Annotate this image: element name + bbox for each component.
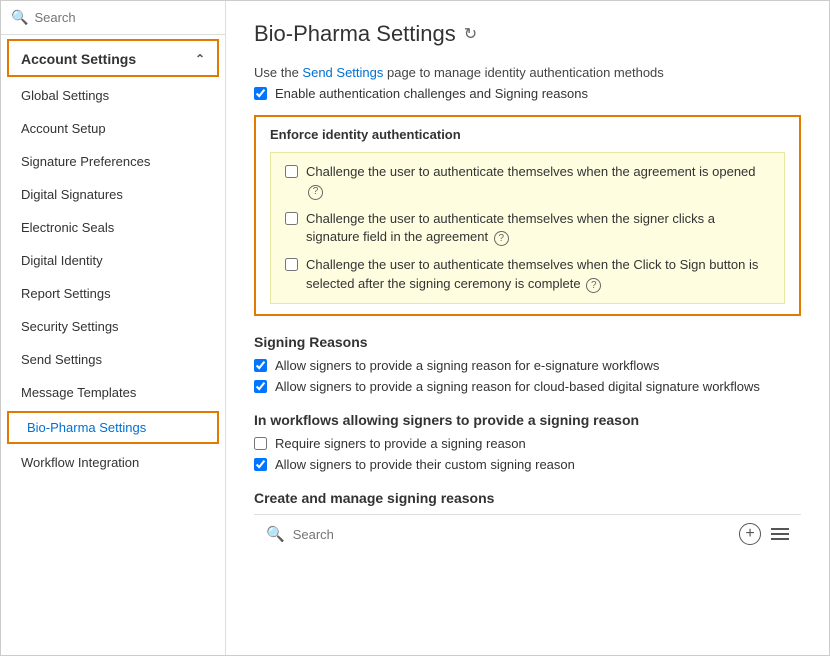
signing-reason-esig-row: Allow signers to provide a signing reaso… xyxy=(254,358,801,373)
sidebar-item-digital-signatures[interactable]: Digital Signatures xyxy=(1,178,225,211)
signing-reason-cloud-checkbox[interactable] xyxy=(254,380,267,393)
challenge-field-checkbox[interactable] xyxy=(285,212,298,225)
intro-text-after: page to manage identity authentication m… xyxy=(383,65,663,80)
challenge-open-checkbox[interactable] xyxy=(285,165,298,178)
bottom-actions: + xyxy=(739,523,789,545)
signing-reason-esig-label: Allow signers to provide a signing reaso… xyxy=(275,358,659,373)
intro-text: Use the Send Settings page to manage ide… xyxy=(254,65,801,80)
challenge-click-sign-row: Challenge the user to authenticate thems… xyxy=(285,256,770,293)
sidebar-item-send-settings[interactable]: Send Settings xyxy=(1,343,225,376)
sidebar-item-global-settings[interactable]: Global Settings xyxy=(1,79,225,112)
enable-auth-label: Enable authentication challenges and Sig… xyxy=(275,86,588,101)
allow-custom-reason-row: Allow signers to provide their custom si… xyxy=(254,457,801,472)
challenge-open-text: Challenge the user to authenticate thems… xyxy=(306,163,770,200)
signing-reason-cloud-row: Allow signers to provide a signing reaso… xyxy=(254,379,801,394)
challenge-click-sign-help-icon[interactable]: ? xyxy=(586,278,601,293)
app-window: 🔍 Account Settings ⌃ Global Settings Acc… xyxy=(0,0,830,656)
search-icon: 🔍 xyxy=(11,9,28,26)
challenge-click-sign-checkbox[interactable] xyxy=(285,258,298,271)
challenge-field-help-icon[interactable]: ? xyxy=(494,231,509,246)
menu-icon[interactable] xyxy=(771,528,789,540)
enable-auth-row: Enable authentication challenges and Sig… xyxy=(254,86,801,101)
allow-custom-reason-checkbox[interactable] xyxy=(254,458,267,471)
require-signing-reason-checkbox[interactable] xyxy=(254,437,267,450)
page-title: Bio-Pharma Settings xyxy=(254,21,456,47)
bottom-bar: 🔍 + xyxy=(254,514,801,553)
sidebar-item-electronic-seals[interactable]: Electronic Seals xyxy=(1,211,225,244)
challenge-open-help-icon[interactable]: ? xyxy=(308,185,323,200)
sidebar-item-account-setup[interactable]: Account Setup xyxy=(1,112,225,145)
challenge-open-row: Challenge the user to authenticate thems… xyxy=(285,163,770,200)
main-layout: 🔍 Account Settings ⌃ Global Settings Acc… xyxy=(1,1,829,655)
sidebar-item-security-settings[interactable]: Security Settings xyxy=(1,310,225,343)
enforce-highlight-box: Challenge the user to authenticate thems… xyxy=(270,152,785,304)
allow-custom-reason-label: Allow signers to provide their custom si… xyxy=(275,457,575,472)
challenge-field-row: Challenge the user to authenticate thems… xyxy=(285,210,770,247)
create-manage-title: Create and manage signing reasons xyxy=(254,490,801,506)
bottom-search-input[interactable] xyxy=(293,527,731,542)
sidebar-item-bio-pharma-settings[interactable]: Bio-Pharma Settings xyxy=(7,411,219,444)
sidebar-item-digital-identity[interactable]: Digital Identity xyxy=(1,244,225,277)
challenge-field-text: Challenge the user to authenticate thems… xyxy=(306,210,770,247)
intro-text-before: Use the xyxy=(254,65,302,80)
enable-auth-checkbox[interactable] xyxy=(254,87,267,100)
signing-reason-cloud-label: Allow signers to provide a signing reaso… xyxy=(275,379,760,394)
account-settings-section[interactable]: Account Settings ⌃ xyxy=(7,39,219,77)
enforce-identity-box: Enforce identity authentication Challeng… xyxy=(254,115,801,316)
enforce-identity-title: Enforce identity authentication xyxy=(270,127,785,142)
main-content: Bio-Pharma Settings ↻ Use the Send Setti… xyxy=(226,1,829,655)
sidebar-item-signature-preferences[interactable]: Signature Preferences xyxy=(1,145,225,178)
account-settings-label: Account Settings xyxy=(21,51,136,67)
sidebar-item-message-templates[interactable]: Message Templates xyxy=(1,376,225,409)
sidebar-search-input[interactable] xyxy=(34,10,215,25)
signing-reason-esig-checkbox[interactable] xyxy=(254,359,267,372)
sidebar: 🔍 Account Settings ⌃ Global Settings Acc… xyxy=(1,1,226,655)
sidebar-item-report-settings[interactable]: Report Settings xyxy=(1,277,225,310)
sidebar-search-bar[interactable]: 🔍 xyxy=(1,1,225,35)
chevron-up-icon: ⌃ xyxy=(195,52,205,66)
add-button[interactable]: + xyxy=(739,523,761,545)
sidebar-item-workflow-integration[interactable]: Workflow Integration xyxy=(1,446,225,479)
signing-reasons-title: Signing Reasons xyxy=(254,334,801,350)
send-settings-link[interactable]: Send Settings xyxy=(302,65,383,80)
refresh-icon[interactable]: ↻ xyxy=(464,24,477,44)
workflows-section-title: In workflows allowing signers to provide… xyxy=(254,412,801,428)
require-signing-reason-label: Require signers to provide a signing rea… xyxy=(275,436,526,451)
challenge-click-sign-text: Challenge the user to authenticate thems… xyxy=(306,256,770,293)
require-signing-reason-row: Require signers to provide a signing rea… xyxy=(254,436,801,451)
nav-list: Global Settings Account Setup Signature … xyxy=(1,79,225,479)
page-title-row: Bio-Pharma Settings ↻ xyxy=(254,21,801,47)
bottom-search-icon: 🔍 xyxy=(266,525,285,543)
